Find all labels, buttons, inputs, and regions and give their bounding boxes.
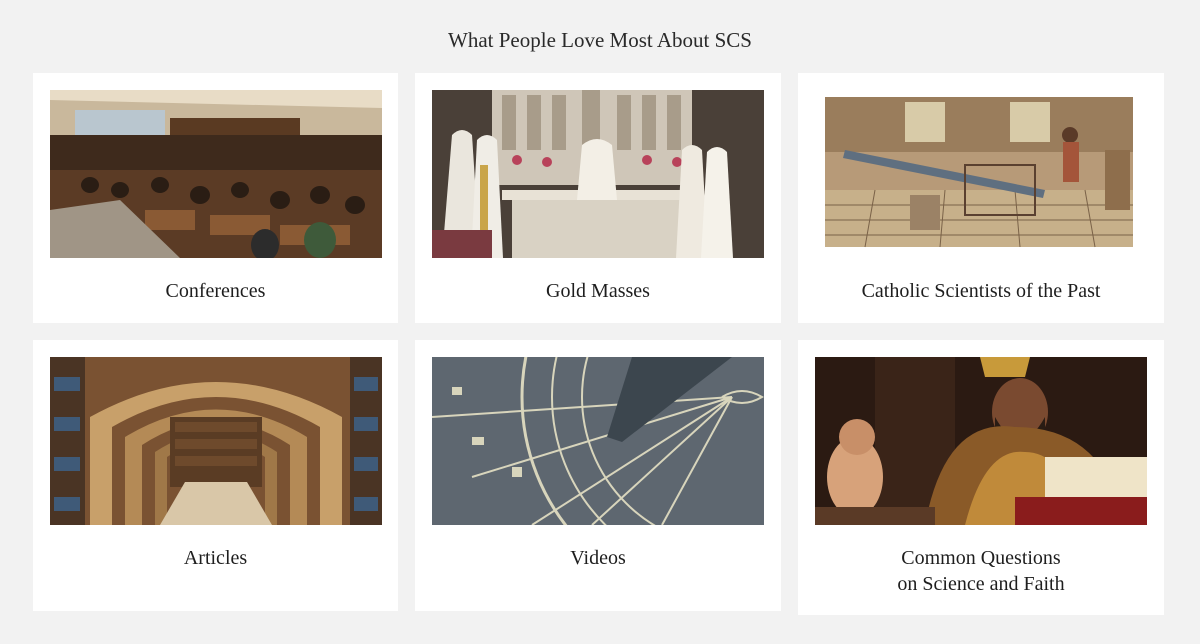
section-title: What People Love Most About SCS [448, 28, 752, 52]
card-label[interactable]: Videos [415, 545, 781, 571]
mass-altar-image[interactable] [432, 90, 764, 258]
historic-engraving-image[interactable] [815, 90, 1147, 258]
card-articles[interactable]: Articles [33, 340, 398, 611]
card-conferences[interactable]: Conferences [33, 73, 398, 323]
card-videos[interactable]: Videos [415, 340, 781, 611]
card-label[interactable]: Conferences [33, 278, 398, 304]
card-label[interactable]: Catholic Scientists of the Past [798, 278, 1164, 304]
saint-painting-image[interactable] [815, 357, 1147, 525]
card-label-line: Common Questions [901, 547, 1061, 569]
card-label[interactable]: Gold Masses [415, 278, 781, 304]
card-catholic-scientists[interactable]: Catholic Scientists of the Past [798, 73, 1164, 323]
card-label[interactable]: Articles [33, 545, 398, 571]
card-label-line: on Science and Faith [897, 573, 1065, 595]
card-common-questions[interactable]: Common Questions on Science and Faith [798, 340, 1164, 615]
card-gold-masses[interactable]: Gold Masses [415, 73, 781, 323]
sundial-closeup-image[interactable] [432, 357, 764, 525]
card-label[interactable]: Common Questions on Science and Faith [798, 545, 1164, 597]
library-arches-image[interactable] [50, 357, 382, 525]
conference-audience-image[interactable] [50, 90, 382, 258]
